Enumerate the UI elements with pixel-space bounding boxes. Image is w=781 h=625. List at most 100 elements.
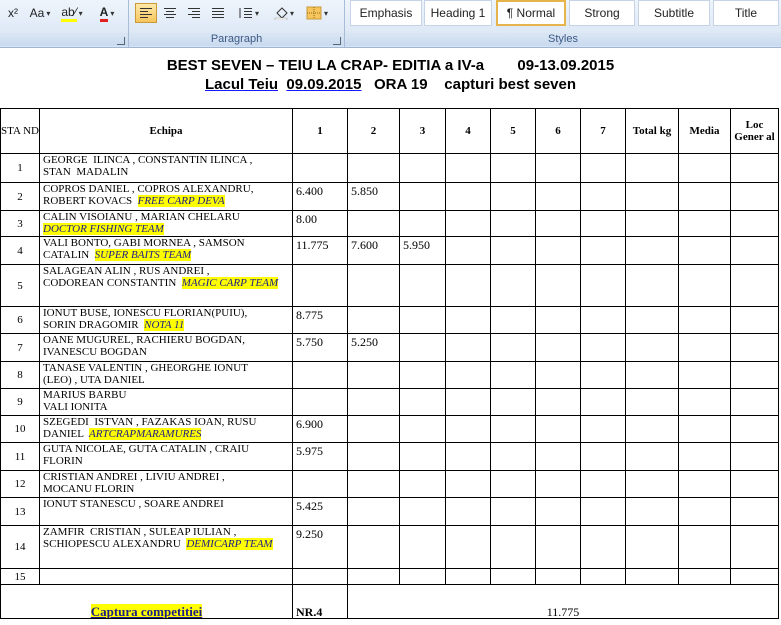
catch-value: 5.250	[351, 335, 378, 349]
catch-cell-v1: 8.00	[292, 210, 348, 237]
team-club: SUPER BAITS TEAM	[94, 249, 192, 261]
total-cell	[625, 306, 679, 334]
align-right-button[interactable]	[183, 3, 205, 23]
superscript-button[interactable]: x²	[2, 3, 24, 23]
empty-cell	[445, 333, 491, 362]
align-left-button[interactable]	[135, 3, 157, 23]
empty-cell	[580, 306, 626, 334]
media-cell	[678, 236, 731, 265]
table-row: 7 OANE MUGUREL, RACHIERU BOGDAN, IVANESCU…	[0, 333, 779, 362]
empty-cell	[445, 388, 491, 416]
team-cell: VALI BONTO, GABI MORNEA , SAMSON CATALIN…	[39, 236, 293, 265]
team-club: ARTCRAPMARAMURES	[89, 428, 202, 440]
catch-cell-v1	[292, 388, 348, 416]
loc-cell	[730, 388, 779, 416]
header-media: Media	[678, 108, 731, 154]
media-cell	[678, 442, 731, 471]
subtitle-captures: capturi best seven	[444, 76, 577, 93]
borders-button[interactable]: ▾	[301, 3, 333, 23]
media-cell	[678, 415, 731, 443]
empty-cell	[580, 442, 626, 471]
loc-cell	[730, 442, 779, 471]
stand-number: 9	[17, 396, 23, 408]
team-members: GUTA NICOLAE, GUTA CATALIN , CRAIU FLORI…	[43, 443, 250, 468]
catch-cell-v2	[347, 415, 400, 443]
chevron-down-icon: ▾	[78, 8, 83, 18]
catch-cell-v3	[399, 470, 446, 498]
empty-cell	[580, 388, 626, 416]
catch-cell-v1	[292, 264, 348, 307]
table-row: 6 IONUT BUSE, IONESCU FLORIAN(PUIU), SORI…	[0, 306, 779, 334]
stand-number: 14	[14, 541, 26, 553]
team-cell	[39, 568, 293, 585]
empty-cell	[535, 415, 581, 443]
style-emphasis[interactable]: Emphasis	[350, 0, 422, 26]
subtitle-time: ORA 19	[373, 76, 428, 93]
loc-cell	[730, 525, 779, 569]
media-cell	[678, 525, 731, 569]
styles-group-label: Styles	[345, 33, 781, 46]
empty-cell	[490, 210, 536, 237]
table-row: 1 GEORGE ILINCA , CONSTANTIN ILINCA , STA…	[0, 153, 779, 183]
catch-cell-v3: 5.950	[399, 236, 446, 265]
total-cell	[625, 525, 679, 569]
table-row: 9 MARIUS BARBU VALI IONITA	[0, 388, 779, 416]
team-members: GEORGE ILINCA , CONSTANTIN ILINCA , STAN…	[43, 154, 253, 179]
style-subtitle[interactable]: Subtitle	[638, 0, 710, 26]
team-members: MARIUS BARBU VALI IONITA	[43, 389, 127, 414]
team-cell: IONUT STANESCU , SOARE ANDREI	[39, 497, 293, 526]
empty-cell	[580, 568, 626, 585]
total-cell	[625, 264, 679, 307]
total-cell	[625, 210, 679, 237]
empty-cell	[535, 361, 581, 389]
total-cell	[625, 470, 679, 498]
empty-cell	[535, 182, 581, 211]
loc-cell	[730, 470, 779, 498]
document-page[interactable]: BEST SEVEN – TEIU LA CRAP- EDITIA a IV-a…	[0, 48, 781, 625]
justify-icon	[212, 8, 224, 18]
catch-value: 6.400	[296, 184, 323, 198]
empty-cell	[490, 497, 536, 526]
change-case-button[interactable]: Aa ▾	[26, 3, 54, 23]
shading-button[interactable]: ▾	[269, 3, 299, 23]
catch-cell-v2	[347, 442, 400, 471]
empty-cell	[490, 306, 536, 334]
empty-cell	[445, 525, 491, 569]
loc-cell	[730, 306, 779, 334]
total-cell	[625, 153, 679, 183]
style-strong[interactable]: Strong	[569, 0, 635, 26]
footer-label: Captura competitiei	[90, 604, 203, 619]
font-color-button[interactable]: A ▾	[92, 3, 122, 23]
total-cell	[625, 568, 679, 585]
highlight-color-button[interactable]: ab⁄ ▾	[58, 3, 86, 23]
empty-cell	[445, 264, 491, 307]
style-normal[interactable]: ¶ Normal	[496, 0, 566, 26]
align-center-button[interactable]	[159, 3, 181, 23]
empty-cell	[490, 415, 536, 443]
catch-cell-v2	[347, 306, 400, 334]
header-c1: 1	[292, 108, 348, 154]
team-cell: GEORGE ILINCA , CONSTANTIN ILINCA , STAN…	[39, 153, 293, 183]
style-heading-1[interactable]: Heading 1	[424, 0, 492, 26]
font-dialog-launcher-icon[interactable]	[117, 37, 125, 45]
catch-cell-v3	[399, 568, 446, 585]
table-row: 13 IONUT STANESCU , SOARE ANDREI 5.425	[0, 497, 779, 526]
footer-row: Captura competitiei NR.4 11.775	[0, 584, 779, 619]
chevron-down-icon: ▾	[254, 8, 259, 18]
align-center-icon	[164, 8, 176, 18]
catch-cell-v1: 5.750	[292, 333, 348, 362]
style-title[interactable]: Title	[713, 0, 779, 26]
catch-cell-v3	[399, 333, 446, 362]
catch-cell-v3	[399, 442, 446, 471]
justify-button[interactable]	[207, 3, 229, 23]
catch-cell-v3	[399, 153, 446, 183]
catch-cell-v3	[399, 361, 446, 389]
stand-cell: 14	[0, 525, 40, 569]
paragraph-dialog-launcher-icon[interactable]	[333, 37, 341, 45]
empty-cell	[580, 525, 626, 569]
header-c3: 3	[399, 108, 446, 154]
empty-cell	[445, 568, 491, 585]
catch-cell-v3	[399, 264, 446, 307]
line-spacing-button[interactable]: ▾	[233, 3, 263, 23]
empty-cell	[580, 236, 626, 265]
